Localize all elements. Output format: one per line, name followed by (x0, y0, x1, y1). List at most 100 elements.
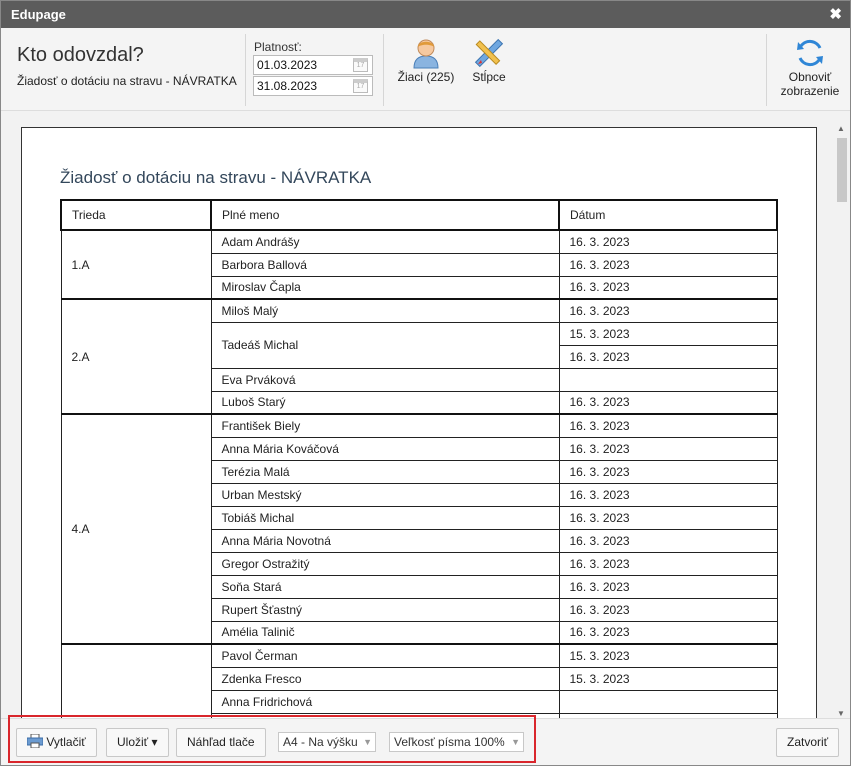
date-to-value: 31.08.2023 (257, 79, 318, 93)
name-cell: Pavol Čerman (210, 643, 560, 668)
date-cell: 15. 3. 2023 (558, 321, 778, 346)
footer-bar: Vytlačiť Uložiť ▾ Náhľad tlače A4 - Na v… (1, 718, 850, 765)
print-preview-button[interactable]: Náhľad tlače (176, 728, 266, 757)
table-body: 1.A Adam Andrášy 16. 3. 2023 Barbora Ballov… (60, 229, 778, 718)
calendar-icon[interactable]: 17 (353, 58, 368, 72)
divider (383, 34, 384, 106)
refresh-label-2: zobrazenie (780, 84, 840, 98)
refresh-icon (797, 39, 823, 67)
person-icon (413, 39, 439, 69)
window-title: Edupage (11, 7, 66, 22)
name-cell: Miroslav Čapla (210, 275, 560, 300)
close-icon[interactable]: ✖ (829, 1, 842, 28)
class-cell: 4.A (60, 413, 212, 645)
divider (245, 34, 246, 106)
save-label: Uložiť ▾ (117, 735, 158, 749)
divider (766, 34, 767, 106)
date-cell: 15. 3. 2023 (558, 666, 778, 691)
students-label: Žiaci (225) (397, 70, 455, 84)
table-row: 1.A Adam Andrášy 16. 3. 2023 (60, 229, 778, 300)
date-cell: 16. 3. 2023 (558, 505, 778, 530)
vertical-scrollbar[interactable]: ▲ ▼ (833, 124, 850, 718)
date-cell: 16. 3. 2023 (558, 482, 778, 507)
class-cell: 2.A (60, 298, 212, 415)
date-cell: 16. 3. 2023 (558, 528, 778, 553)
scroll-thumb[interactable] (837, 138, 847, 202)
font-size-value: Veľkosť písma 100% (394, 735, 505, 749)
date-to-field[interactable]: 31.08.2023 17 (253, 76, 373, 96)
name-cell: Anna Mária Novotná (210, 528, 560, 553)
title-bar: Edupage ✖ (1, 1, 850, 28)
name-cell: Gregor Ostražitý (210, 551, 560, 576)
date-cell: 16. 3. 2023 (558, 229, 778, 254)
table-row: 4.A František Biely 16. 3. 2023 (60, 413, 778, 645)
students-button[interactable]: Žiaci (225) (394, 36, 458, 84)
name-cell: Anna Fridrichová (210, 689, 560, 714)
date-cell: 16. 3. 2023 (558, 551, 778, 576)
date-cell: 16. 3. 2023 (558, 390, 778, 415)
name-cell: Zdenka Fresco (210, 666, 560, 691)
class-cell (60, 643, 212, 718)
date-cell: 16. 3. 2023 (558, 620, 778, 645)
calendar-icon[interactable]: 17 (353, 79, 368, 93)
close-button[interactable]: Zatvoriť (776, 728, 840, 757)
name-cell: Tadeáš Michal (210, 321, 560, 369)
refresh-label-1: Obnoviť (788, 70, 832, 84)
save-button[interactable]: Uložiť ▾ (106, 728, 169, 757)
report-viewport[interactable]: Žiadosť o dotáciu na stravu - NÁVRATKA T… (1, 112, 850, 718)
date-from-field[interactable]: 01.03.2023 17 (253, 55, 373, 75)
name-cell: František Biely (210, 413, 560, 438)
name-cell: Amélia Talinič (210, 620, 560, 645)
name-cell: Tobiáš Michal (210, 505, 560, 530)
font-size-select[interactable]: Veľkosť písma 100% ▼ (389, 732, 524, 752)
validity-label: Platnosť: (254, 40, 302, 54)
page-title: Kto odovzdal? (17, 44, 144, 66)
columns-button[interactable]: Stĺpce (467, 36, 511, 84)
name-cell: Adam Andrášy (210, 229, 560, 254)
report-table: Trieda Plné meno Dátum 1.A Adam Andrášy 16… (60, 199, 778, 718)
date-cell: 16. 3. 2023 (558, 344, 778, 369)
name-cell: Eva Prváková (210, 367, 560, 392)
chevron-down-icon: ▼ (511, 737, 520, 747)
page-subtitle: Žiadosť o dotáciu na stravu - NÁVRATKA (17, 74, 237, 88)
date-cell (558, 689, 778, 714)
class-cell: 1.A (60, 229, 212, 300)
table-row: 2.A Miloš Malý 16. 3. 2023 (60, 298, 778, 415)
dialog-window: Edupage ✖ Kto odovzdal? Žiadosť o dotáci… (0, 0, 851, 766)
date-cell: 16. 3. 2023 (558, 436, 778, 461)
date-cell: 16. 3. 2023 (558, 252, 778, 277)
date-cell: 16. 3. 2023 (558, 275, 778, 300)
date-cell: 15. 3. 2023 (558, 643, 778, 668)
paper-orientation-value: A4 - Na výšku (283, 735, 358, 749)
print-preview-label: Náhľad tlače (187, 735, 255, 749)
close-label: Zatvoriť (787, 735, 829, 749)
date-cell (558, 367, 778, 392)
date-cell: 16. 3. 2023 (558, 298, 778, 323)
name-cell: Anna Mária Kováčová (210, 436, 560, 461)
name-cell: Barbora Ballová (210, 252, 560, 277)
report-title: Žiadosť o dotáciu na stravu - NÁVRATKA (60, 168, 372, 187)
refresh-button[interactable]: Obnoviť zobrazenie (774, 36, 846, 98)
paper-orientation-select[interactable]: A4 - Na výšku ▼ (278, 732, 376, 752)
table-row: Pavol Čerman 15. 3. 2023 (60, 643, 778, 718)
scroll-up-arrow-icon[interactable]: ▲ (837, 124, 845, 133)
print-label: Vytlačiť (46, 735, 86, 749)
table-header-row: Trieda Plné meno Dátum (60, 199, 778, 231)
name-cell: Miloš Malý (210, 298, 560, 323)
columns-label: Stĺpce (472, 70, 506, 84)
name-cell: Soňa Stará (210, 574, 560, 599)
date-cell: 16. 3. 2023 (558, 574, 778, 599)
date-from-value: 01.03.2023 (257, 58, 318, 72)
scroll-down-arrow-icon[interactable]: ▼ (837, 709, 845, 718)
report-page: Žiadosť o dotáciu na stravu - NÁVRATKA T… (21, 127, 817, 718)
name-cell: Terézia Malá (210, 459, 560, 484)
column-header-name: Plné meno (210, 199, 560, 231)
date-cell: 16. 3. 2023 (558, 597, 778, 622)
print-button[interactable]: Vytlačiť (16, 728, 97, 757)
chevron-down-icon: ▼ (363, 737, 372, 747)
printer-icon (26, 733, 44, 749)
pencil-ruler-icon (474, 38, 504, 68)
toolbar-header: Kto odovzdal? Žiadosť o dotáciu na strav… (1, 28, 850, 111)
name-cell: Rupert Šťastný (210, 597, 560, 622)
date-cell: 16. 3. 2023 (558, 413, 778, 438)
